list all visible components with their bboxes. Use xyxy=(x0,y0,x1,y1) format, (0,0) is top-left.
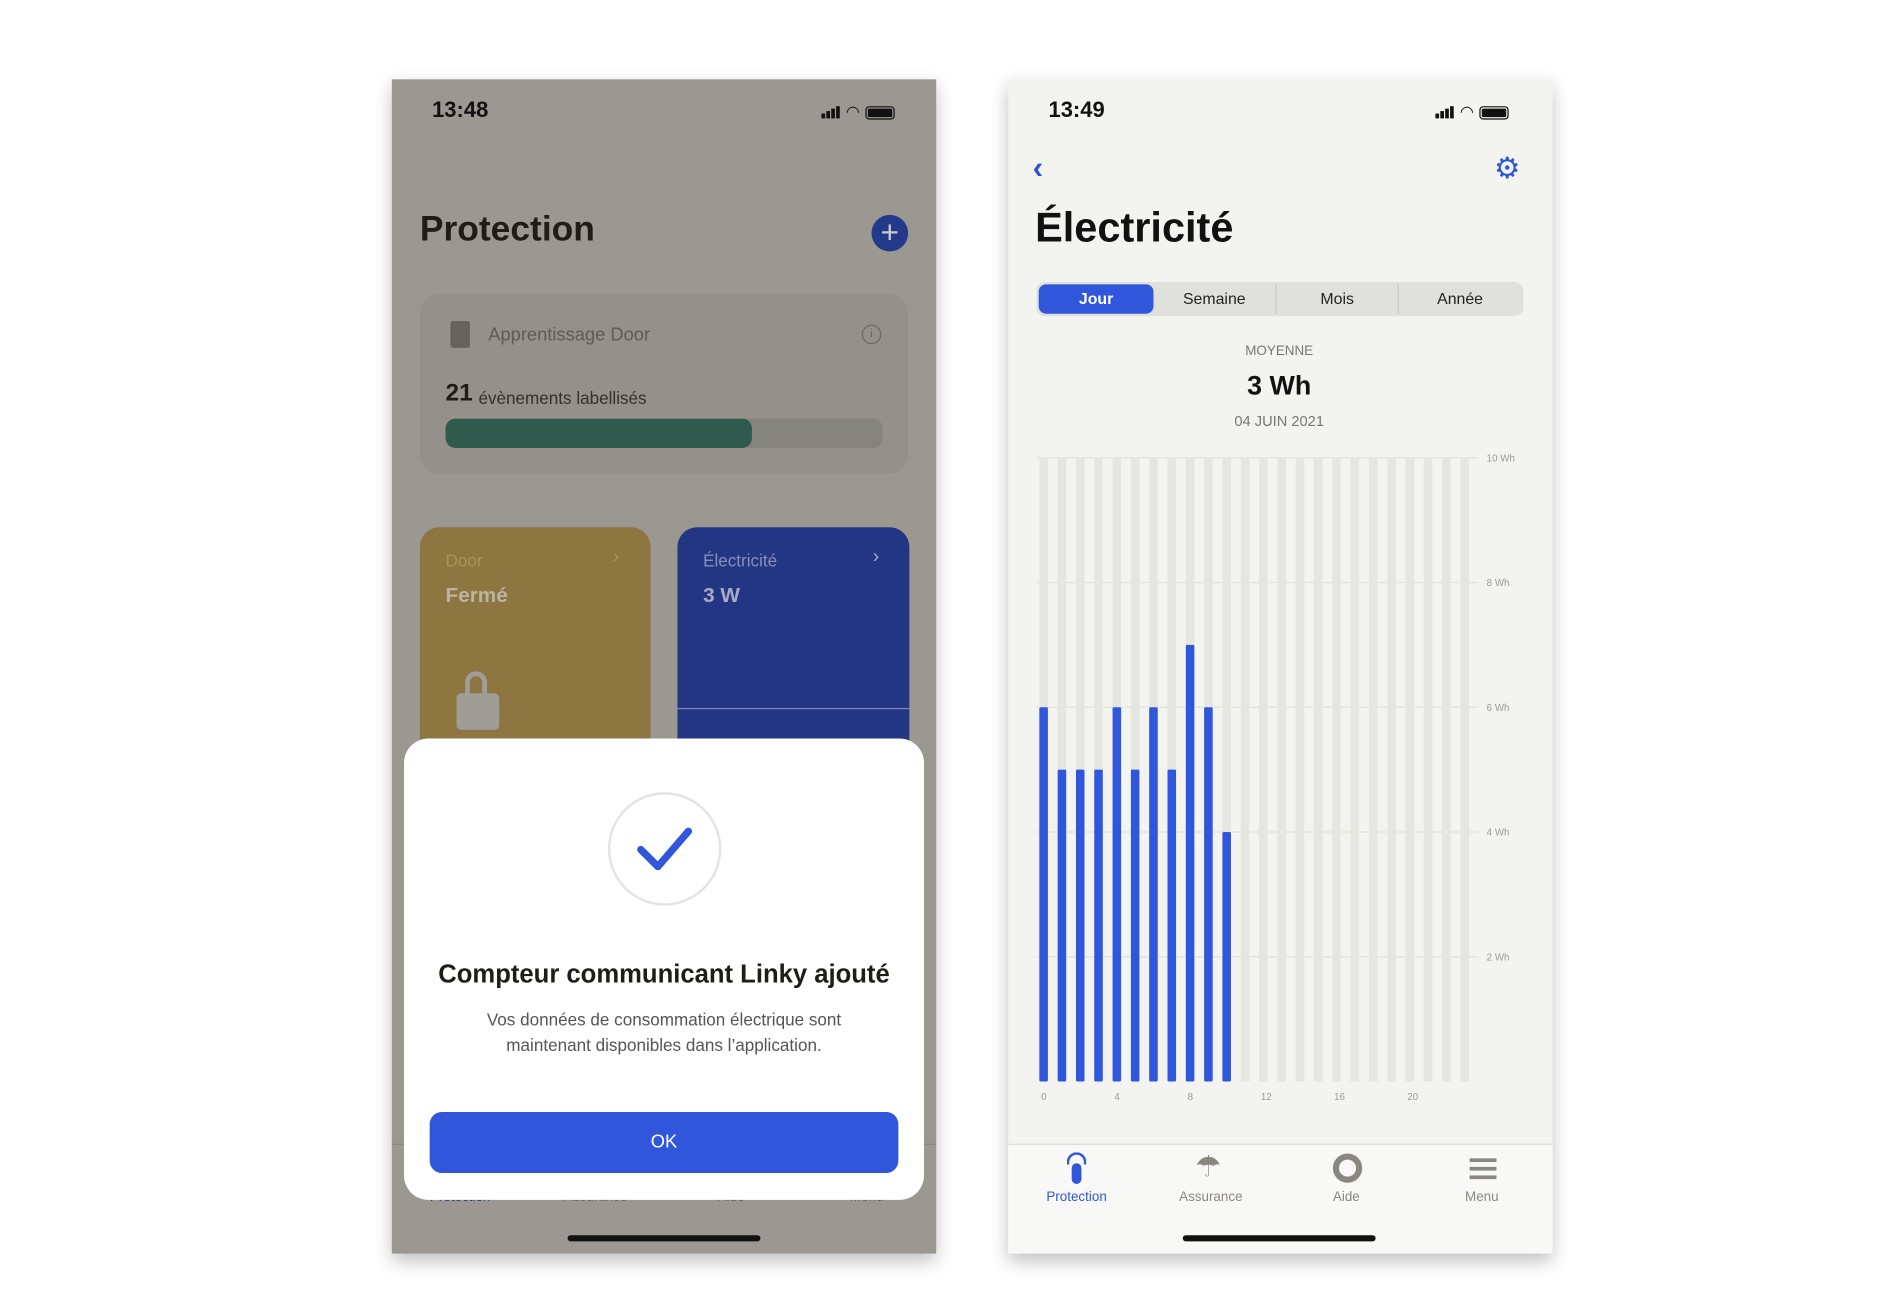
bar-track xyxy=(1368,457,1378,1082)
x-tick-label: 4 xyxy=(1114,1092,1120,1103)
bar-track xyxy=(1277,457,1286,1082)
average-value: 3 Wh xyxy=(1247,369,1312,401)
x-tick-label: 20 xyxy=(1407,1092,1418,1103)
average-label: MOYENNE xyxy=(1245,344,1314,359)
page-title: Électricité xyxy=(1035,205,1234,252)
bar xyxy=(1130,769,1140,1082)
bar xyxy=(1167,769,1177,1082)
tile-door[interactable]: Door › Fermé xyxy=(419,527,651,772)
wifi-icon: ◠ xyxy=(1459,102,1474,121)
segment-semaine[interactable]: Semaine xyxy=(1153,284,1275,313)
tile-electricity-label: Électricité xyxy=(703,550,778,571)
door-icon xyxy=(450,321,470,348)
learning-progress-fill xyxy=(445,418,752,448)
tab-menu[interactable]: Menu xyxy=(1465,1190,1499,1205)
bar xyxy=(1039,707,1048,1082)
status-time: 13:49 xyxy=(1048,97,1105,123)
ok-button[interactable]: OK xyxy=(429,1111,899,1173)
battery-icon xyxy=(865,105,896,120)
page-title: Protection xyxy=(419,209,595,250)
hourly-consumption-chart: 2 Wh 4 Wh 6 Wh 8 Wh 10 Wh 0 4 8 12 16 20 xyxy=(1036,453,1515,1103)
bar xyxy=(1094,769,1103,1082)
tab-aide[interactable]: Aide xyxy=(1333,1190,1360,1205)
home-indicator[interactable] xyxy=(567,1235,761,1242)
status-time: 13:48 xyxy=(432,97,489,123)
signal-icon xyxy=(821,106,840,119)
modal-body-line2: maintenant disponibles dans l’applicatio… xyxy=(506,1035,822,1055)
success-modal: Compteur communicant Linky ajouté Vos do… xyxy=(404,738,924,1200)
tile-electricity[interactable]: Électricité › 3 W xyxy=(677,527,910,772)
menu-icon[interactable] xyxy=(1469,1158,1497,1180)
status-icons: ◠ xyxy=(821,102,896,123)
bar-track xyxy=(1387,457,1396,1082)
add-button[interactable]: + xyxy=(871,215,909,252)
bar-track xyxy=(1405,457,1415,1082)
home-indicator[interactable] xyxy=(1182,1235,1376,1242)
modal-title: Compteur communicant Linky ajouté xyxy=(438,960,890,989)
wifi-icon: ◠ xyxy=(845,102,860,121)
tile-electricity-value: 3 W xyxy=(703,583,740,607)
tab-assurance[interactable]: Assurance xyxy=(1179,1190,1242,1205)
checkmark-circle-icon xyxy=(607,792,722,906)
bar-track xyxy=(1295,457,1305,1082)
bar-track xyxy=(1442,457,1451,1082)
status-icons: ◠ xyxy=(1435,102,1510,123)
tile-door-label: Door xyxy=(445,550,483,571)
y-tick-label: 2 Wh xyxy=(1487,952,1510,963)
bar xyxy=(1185,644,1195,1082)
x-tick-label: 16 xyxy=(1334,1092,1345,1103)
bar-track xyxy=(1313,457,1323,1082)
left-screen-content: 13:48 ◠ Protection + Apprentissage Door … xyxy=(391,0,937,1306)
right-screen-content: 13:49 ◠ ‹ ⚙ Électricité Jour Semaine Moi… xyxy=(1008,0,1553,1306)
y-tick-label: 4 Wh xyxy=(1487,828,1510,839)
bar-track xyxy=(1460,457,1469,1082)
bar xyxy=(1075,769,1085,1082)
bar xyxy=(1112,707,1122,1082)
y-tick-label: 10 Wh xyxy=(1487,453,1515,464)
bar-track xyxy=(1350,457,1360,1082)
chart-date: 04 JUIN 2021 xyxy=(1234,412,1324,430)
learning-title: Apprentissage Door xyxy=(488,324,651,346)
tab-protection[interactable]: Protection xyxy=(1046,1190,1106,1205)
bar xyxy=(1057,769,1067,1082)
signal-icon xyxy=(1435,106,1454,119)
chevron-right-icon: › xyxy=(612,546,620,568)
chevron-right-icon: › xyxy=(872,546,880,568)
bar xyxy=(1149,707,1158,1082)
protection-icon[interactable] xyxy=(1066,1152,1087,1184)
info-icon[interactable]: i xyxy=(861,324,882,345)
learning-card[interactable]: Apprentissage Door i 21 évènements label… xyxy=(419,294,909,474)
lifebuoy-icon[interactable] xyxy=(1332,1153,1363,1183)
tile-door-value: Fermé xyxy=(445,583,508,607)
umbrella-icon[interactable]: ☂ xyxy=(1195,1150,1221,1185)
event-count: 21 xyxy=(445,379,473,407)
bar xyxy=(1222,831,1231,1082)
bar-track xyxy=(1259,457,1268,1082)
battery-icon xyxy=(1479,105,1510,120)
bar-track xyxy=(1240,457,1250,1082)
back-chevron-icon[interactable]: ‹ xyxy=(1033,149,1044,187)
learning-progress-bar xyxy=(445,418,883,448)
segment-jour[interactable]: Jour xyxy=(1038,284,1154,314)
y-tick-label: 8 Wh xyxy=(1487,578,1510,589)
x-tick-label: 8 xyxy=(1188,1092,1193,1103)
gear-icon[interactable]: ⚙ xyxy=(1494,154,1520,184)
bar-track xyxy=(1332,457,1341,1082)
bar-track xyxy=(1423,457,1433,1082)
tile-graph-line xyxy=(677,707,910,710)
period-segmented-control: Jour Semaine Mois Année xyxy=(1036,281,1524,317)
bar xyxy=(1204,707,1213,1082)
y-tick-label: 6 Wh xyxy=(1487,703,1510,714)
segment-mois[interactable]: Mois xyxy=(1275,284,1398,314)
x-tick-label: 12 xyxy=(1261,1092,1272,1103)
x-tick-label: 0 xyxy=(1041,1092,1047,1103)
segment-annee[interactable]: Année xyxy=(1398,284,1521,314)
event-count-label: évènements labellisés xyxy=(478,388,647,408)
modal-body-line1: Vos données de consommation électrique s… xyxy=(486,1009,842,1029)
